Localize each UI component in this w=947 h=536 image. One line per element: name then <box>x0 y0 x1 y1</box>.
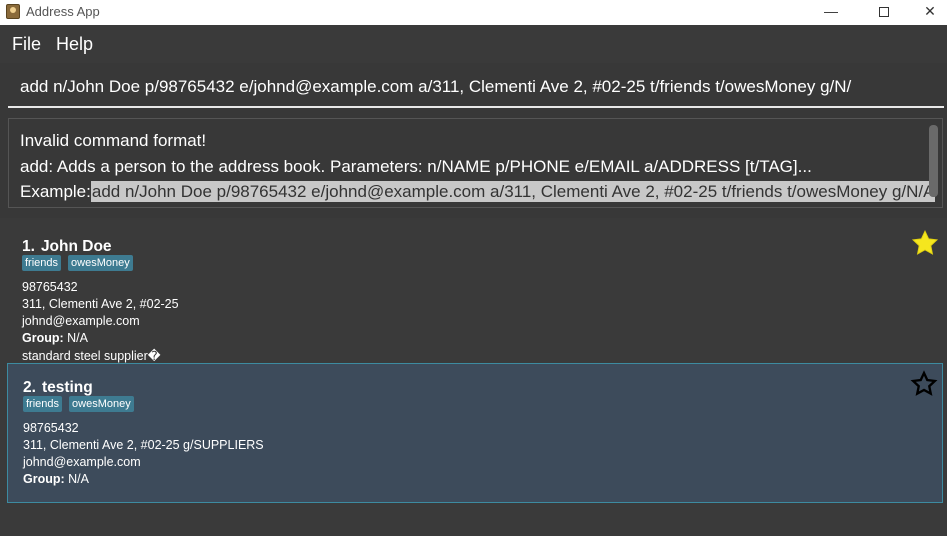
star-outline-icon[interactable] <box>910 370 938 398</box>
command-input-text[interactable]: add n/John Doe p/98765432 e/johnd@exampl… <box>20 77 851 97</box>
person-index: 1. <box>22 238 35 255</box>
person-index: 2. <box>23 379 36 396</box>
example-selected-text[interactable]: add n/John Doe p/98765432 e/johnd@exampl… <box>90 181 936 202</box>
tag-badge: friends <box>23 396 63 412</box>
command-input[interactable]: add n/John Doe p/98765432 e/johnd@exampl… <box>8 66 944 108</box>
person-address: 311, Clementi Ave 2, #02-25 g/SUPPLIERS <box>23 438 264 452</box>
result-line-error: Invalid command format! <box>20 131 207 150</box>
person-header: 1. John Doe <box>22 238 112 256</box>
menu-file[interactable]: File <box>12 34 41 55</box>
menu-help[interactable]: Help <box>56 34 93 55</box>
title-bar: Address App — ✕ <box>0 0 947 25</box>
person-card[interactable]: 1. John Doe friends owesMoney 98765432 31… <box>7 223 943 363</box>
tag-list: friends owesMoney <box>23 396 134 412</box>
person-card-selected[interactable]: 2. testing friends owesMoney 98765432 311… <box>7 363 943 503</box>
example-label: Example: <box>20 182 91 201</box>
app-icon <box>6 4 20 19</box>
group-label: Group: <box>22 331 64 345</box>
maximize-button[interactable] <box>861 0 907 25</box>
star-filled-icon[interactable] <box>911 229 939 257</box>
person-note: standard steel supplier� <box>22 349 161 363</box>
person-group: Group: N/A <box>23 472 89 486</box>
person-list: 1. John Doe friends owesMoney 98765432 31… <box>0 218 947 536</box>
result-scrollbar[interactable] <box>929 125 938 197</box>
result-line-example: Example:add n/John Doe p/98765432 e/john… <box>20 181 936 202</box>
tag-badge: owesMoney <box>69 396 134 412</box>
group-value: N/A <box>67 331 88 345</box>
window-title: Address App <box>26 4 100 19</box>
person-name: John Doe <box>40 238 112 255</box>
tag-list: friends owesMoney <box>22 255 133 271</box>
person-email: johnd@example.com <box>23 455 141 469</box>
close-button[interactable]: ✕ <box>907 0 947 25</box>
person-group: Group: N/A <box>22 331 88 345</box>
result-line-usage: add: Adds a person to the address book. … <box>20 157 812 176</box>
person-email: johnd@example.com <box>22 314 140 328</box>
person-name: testing <box>41 379 93 396</box>
tag-badge: friends <box>22 255 62 271</box>
result-display: Invalid command format! add: Adds a pers… <box>8 118 943 208</box>
tag-badge: owesMoney <box>68 255 133 271</box>
person-phone: 98765432 <box>23 421 79 435</box>
group-label: Group: <box>23 472 65 486</box>
maximize-icon <box>879 7 889 18</box>
person-address: 311, Clementi Ave 2, #02-25 <box>22 297 179 311</box>
menu-bar: File Help <box>0 25 947 63</box>
group-value: N/A <box>68 472 89 486</box>
person-header: 2. testing <box>23 379 93 397</box>
minimize-button[interactable]: — <box>808 0 854 25</box>
person-phone: 98765432 <box>22 280 78 294</box>
